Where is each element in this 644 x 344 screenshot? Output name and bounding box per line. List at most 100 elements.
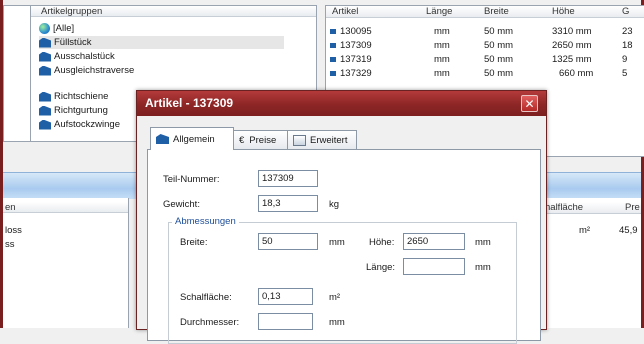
group-item-label: Richtgurtung xyxy=(54,105,108,116)
cell-hoehe: 3310 mm xyxy=(552,26,592,37)
tab-allgemein[interactable]: Allgemein xyxy=(150,127,234,150)
laenge-unit: mm xyxy=(475,262,491,273)
hoehe-input[interactable]: 2650 xyxy=(403,233,465,250)
folder-icon xyxy=(39,51,51,62)
col-header-preis[interactable]: Pre xyxy=(625,202,640,213)
table-row[interactable]: 137309 mm 50 mm 2650 mm 18 xyxy=(326,40,644,52)
cell-g: 5 xyxy=(622,68,628,79)
cell-laenge: mm xyxy=(434,54,450,65)
close-button[interactable]: ✕ xyxy=(521,95,538,112)
gewicht-label: Gewicht: xyxy=(163,199,200,210)
cell-g: 18 xyxy=(622,40,633,51)
article-icon xyxy=(330,28,336,34)
folder-icon xyxy=(156,134,169,144)
col-header-hoehe[interactable]: Höhe xyxy=(552,6,575,17)
table-row[interactable]: 137319 mm 50 mm 1325 mm 9 xyxy=(326,54,644,66)
group-item-ausgleichstraverse[interactable]: Ausgleichstraverse xyxy=(39,64,134,77)
cell-breite: 50 mm xyxy=(484,40,514,51)
articles-header-row: Artikel Länge Breite Höhe G xyxy=(326,6,644,18)
cell-g: 9 xyxy=(622,54,628,65)
col-header-schalflaeche[interactable]: halfläche xyxy=(545,202,583,213)
cell-artikel: 137309 xyxy=(340,40,372,51)
cell-artikel: 137329 xyxy=(340,68,372,79)
general-tab-panel: Teil-Nummer: 137309 Gewicht: 18,3 kg Abm… xyxy=(147,149,541,344)
article-groups-header[interactable]: Artikelgruppen xyxy=(31,6,316,17)
tab-label: Erweitert xyxy=(310,134,348,146)
cell-unit: m² xyxy=(579,225,591,236)
window-icon xyxy=(293,134,306,146)
tab-erweitert[interactable]: Erweitert xyxy=(287,130,357,149)
lower-right-table: halfläche Pre m² 45,9 xyxy=(545,198,641,328)
hoehe-unit: mm xyxy=(475,237,491,248)
cell-laenge: mm xyxy=(434,40,450,51)
group-item-all[interactable]: [Alle] xyxy=(39,22,74,35)
durchmesser-unit: mm xyxy=(329,317,345,328)
dialog-title[interactable]: Artikel - 137309 xyxy=(137,91,546,116)
dimensions-group-label: Abmessungen xyxy=(172,216,239,227)
folder-icon xyxy=(39,119,51,130)
folder-icon xyxy=(39,65,51,76)
article-icon xyxy=(330,70,336,76)
cell-hoehe: 660 mm xyxy=(559,68,594,79)
laenge-label: Länge: xyxy=(366,262,396,273)
table-row[interactable]: 137329 mm 50 mm 660 mm 5 xyxy=(326,68,644,80)
cell-price: 45,9 xyxy=(619,225,638,236)
teil-nummer-input[interactable]: 137309 xyxy=(258,170,318,187)
list-item[interactable]: ss xyxy=(5,239,15,250)
cell-g: 23 xyxy=(622,26,633,37)
schalflaeche-unit: m² xyxy=(329,292,341,303)
teil-nummer-label: Teil-Nummer: xyxy=(163,174,220,185)
article-icon xyxy=(330,42,336,48)
group-item-fuellstueck[interactable]: Füllstück xyxy=(39,36,284,49)
lower-left-list: en loss ss xyxy=(3,198,129,328)
group-item-richtgurtung[interactable]: Richtgurtung xyxy=(39,104,108,117)
cell-artikel: 130095 xyxy=(340,26,372,37)
cell-breite: 50 mm xyxy=(484,68,514,79)
group-item-label: Aufstockzwinge xyxy=(54,119,121,130)
lower-left-header[interactable]: en xyxy=(3,202,128,213)
schalflaeche-input[interactable]: 0,13 xyxy=(258,288,313,305)
group-item-aufstockzwinge[interactable]: Aufstockzwinge xyxy=(39,118,120,131)
group-item-label: Ausschalstück xyxy=(54,51,115,62)
breite-label: Breite: xyxy=(180,237,208,248)
breite-input[interactable]: 50 xyxy=(258,233,318,250)
gewicht-unit: kg xyxy=(329,199,340,210)
cell-breite: 50 mm xyxy=(484,26,514,37)
durchmesser-input[interactable] xyxy=(258,313,313,330)
folder-icon xyxy=(39,105,51,116)
article-dialog: Artikel - 137309 ✕ Allgemein € Preise Er… xyxy=(136,90,547,344)
cell-artikel: 137319 xyxy=(340,54,372,65)
cell-hoehe: 1325 mm xyxy=(552,54,592,65)
col-header-breite[interactable]: Breite xyxy=(484,6,509,17)
col-header-laenge[interactable]: Länge xyxy=(426,6,452,17)
cell-breite: 50 mm xyxy=(484,54,514,65)
col-header-g[interactable]: G xyxy=(622,6,629,17)
article-icon xyxy=(330,56,336,62)
table-row[interactable]: 130095 mm 50 mm 3310 mm 23 xyxy=(326,26,644,38)
folder-icon xyxy=(39,37,51,48)
list-item[interactable]: loss xyxy=(5,225,22,236)
group-item-label: Ausgleichstraverse xyxy=(54,65,135,76)
tab-label: Preise xyxy=(249,134,277,146)
durchmesser-label: Durchmesser: xyxy=(180,317,240,328)
schalflaeche-label: Schalfläche: xyxy=(180,292,232,303)
group-item-label: Füllstück xyxy=(54,37,92,48)
folder-icon xyxy=(39,91,51,102)
group-item-label: [Alle] xyxy=(53,23,75,34)
globe-icon xyxy=(39,23,50,34)
cell-laenge: mm xyxy=(434,68,450,79)
dialog-body: Allgemein € Preise Erweitert Teil-Nummer… xyxy=(137,116,546,344)
cell-laenge: mm xyxy=(434,26,450,37)
hoehe-label: Höhe: xyxy=(369,237,395,248)
gewicht-input[interactable]: 18,3 xyxy=(258,195,318,212)
euro-icon: € xyxy=(239,134,245,146)
col-header-artikel[interactable]: Artikel xyxy=(332,6,358,17)
group-item-ausschalstueck[interactable]: Ausschalstück xyxy=(39,50,115,63)
tab-label: Allgemein xyxy=(173,133,215,145)
breite-unit: mm xyxy=(329,237,345,248)
laenge-input[interactable] xyxy=(403,258,465,275)
group-item-richtschiene[interactable]: Richtschiene xyxy=(39,90,108,103)
tab-preise[interactable]: € Preise xyxy=(233,130,288,149)
cell-hoehe: 2650 mm xyxy=(552,40,592,51)
group-item-label: Richtschiene xyxy=(54,91,109,102)
